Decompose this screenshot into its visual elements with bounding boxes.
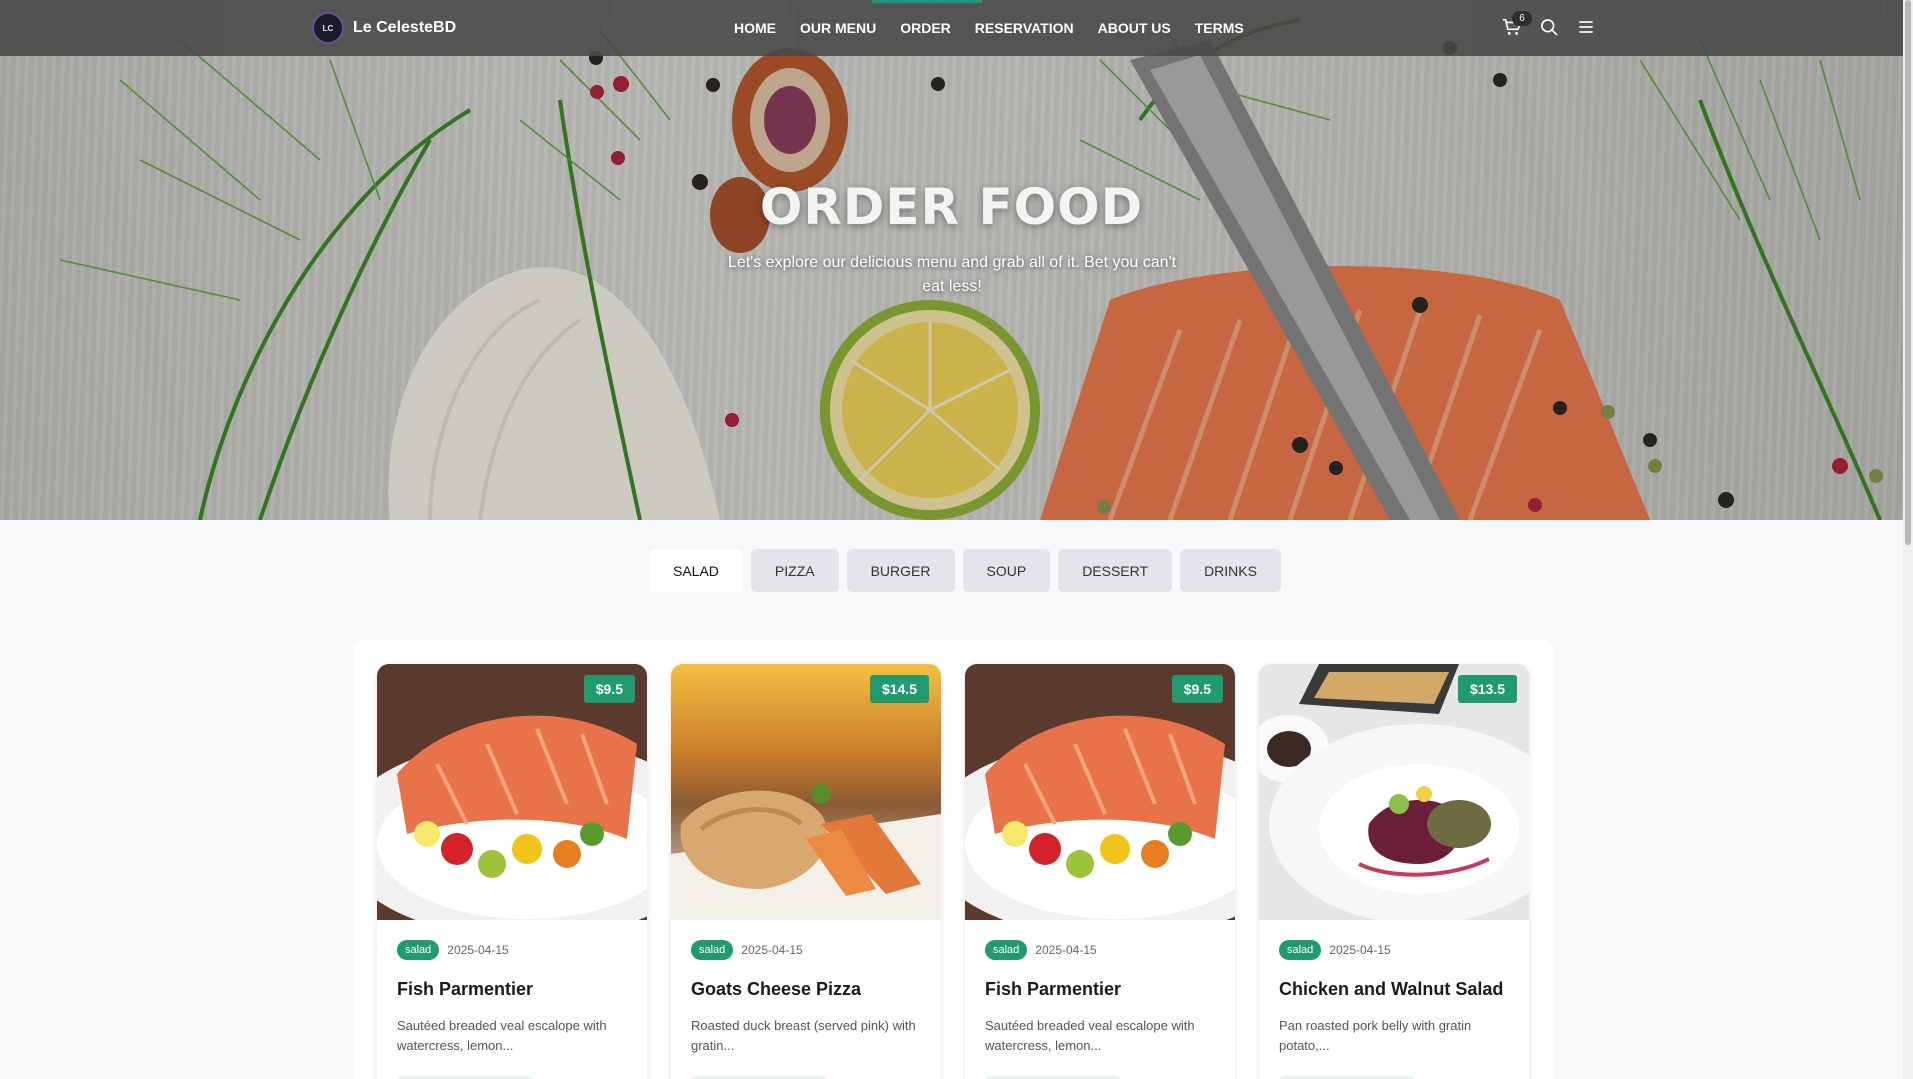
card-date: 2025-04-15	[1035, 943, 1097, 957]
nav-links: HOME OUR MENU ORDER RESERVATION ABOUT US…	[734, 0, 1244, 56]
page-scrollbar[interactable]	[1903, 0, 1913, 1079]
product-image-gourmet-salad-plate: $13.5	[1259, 664, 1529, 920]
card-description: Sautéed breaded veal escalope with water…	[985, 1018, 1195, 1053]
nav-link-order[interactable]: ORDER	[900, 20, 951, 36]
card-date: 2025-04-15	[741, 943, 803, 957]
tab-salad[interactable]: SALAD	[649, 549, 743, 592]
category-tabs: SALAD PIZZA BURGER SOUP DESSERT DRINKS	[649, 549, 1281, 592]
card-date: 2025-04-15	[1329, 943, 1391, 957]
price-badge: $9.5	[583, 675, 635, 703]
cart-button[interactable]: 6	[1500, 11, 1532, 40]
category-badge: salad	[1279, 940, 1322, 960]
tab-pizza[interactable]: PIZZA	[750, 549, 839, 592]
card-date: 2025-04-15	[447, 943, 509, 957]
card-title[interactable]: Fish Parmentier	[985, 979, 1121, 1000]
scrollbar-thumb[interactable]	[1905, 0, 1911, 545]
product-card[interactable]: $14.5 salad 2025-04-15 Goats Cheese Pizz…	[671, 664, 941, 1079]
menu-button[interactable]	[1574, 14, 1598, 40]
price-badge: $13.5	[1457, 675, 1517, 703]
card-meta: salad 2025-04-15	[397, 940, 509, 960]
category-badge: salad	[985, 940, 1028, 960]
hamburger-menu-icon	[1579, 21, 1593, 33]
tab-burger[interactable]: BURGER	[846, 549, 955, 592]
top-navbar: LC Le CelesteBD HOME OUR MENU ORDER RESE…	[0, 0, 1903, 56]
card-description: Sautéed breaded veal escalope with water…	[397, 1018, 607, 1053]
category-badge: salad	[691, 940, 734, 960]
price-badge: $14.5	[869, 675, 929, 703]
tab-drinks[interactable]: DRINKS	[1180, 549, 1281, 592]
cart-count-badge: 6	[1512, 11, 1532, 26]
hero-subtitle: Let's explore our delicious menu and gra…	[727, 254, 1177, 295]
nav-link-reservation[interactable]: RESERVATION	[975, 20, 1074, 36]
nav-icons: 6	[1500, 11, 1598, 40]
card-title[interactable]: Chicken and Walnut Salad	[1279, 979, 1503, 1000]
brand[interactable]: LC Le CelesteBD	[312, 12, 456, 44]
product-card[interactable]: $9.5 salad 2025-04-15 Fish Parmentier Sa…	[377, 664, 647, 1079]
product-card[interactable]: $9.5 salad 2025-04-15 Fish Parmentier Sa…	[965, 664, 1235, 1079]
category-badge: salad	[397, 940, 440, 960]
search-button[interactable]	[1537, 14, 1561, 40]
tab-dessert[interactable]: DESSERT	[1058, 549, 1173, 592]
card-title[interactable]: Goats Cheese Pizza	[691, 979, 861, 1000]
nav-link-about-us[interactable]: ABOUT US	[1098, 20, 1171, 36]
card-meta: salad 2025-04-15	[691, 940, 803, 960]
search-icon	[1541, 19, 1558, 36]
card-meta: salad 2025-04-15	[1279, 940, 1391, 960]
tab-soup[interactable]: SOUP	[962, 549, 1051, 592]
brand-name: Le CelesteBD	[353, 19, 457, 36]
nav-link-home[interactable]: HOME	[734, 20, 776, 36]
hero-banner: ORDER FOOD Let's explore our delicious m…	[0, 0, 1903, 520]
hero-title: ORDER FOOD	[759, 178, 1144, 236]
card-description: Pan roasted pork belly with gratin potat…	[1279, 1018, 1472, 1053]
product-image-salmon-plate: $9.5	[965, 664, 1235, 920]
card-title[interactable]: Fish Parmentier	[397, 979, 533, 1000]
logo-icon: LC	[312, 12, 344, 44]
card-description: Roasted duck breast (served pink) with g…	[691, 1018, 916, 1053]
price-badge: $9.5	[1171, 675, 1223, 703]
nav-link-terms[interactable]: TERMS	[1195, 20, 1244, 36]
product-card[interactable]: $13.5 salad 2025-04-15 Chicken and Walnu…	[1259, 664, 1529, 1079]
product-image-salmon-plate: $9.5	[377, 664, 647, 920]
card-meta: salad 2025-04-15	[985, 940, 1097, 960]
nav-link-our-menu[interactable]: OUR MENU	[800, 20, 876, 36]
product-image-fish-fillet-plate: $14.5	[671, 664, 941, 920]
